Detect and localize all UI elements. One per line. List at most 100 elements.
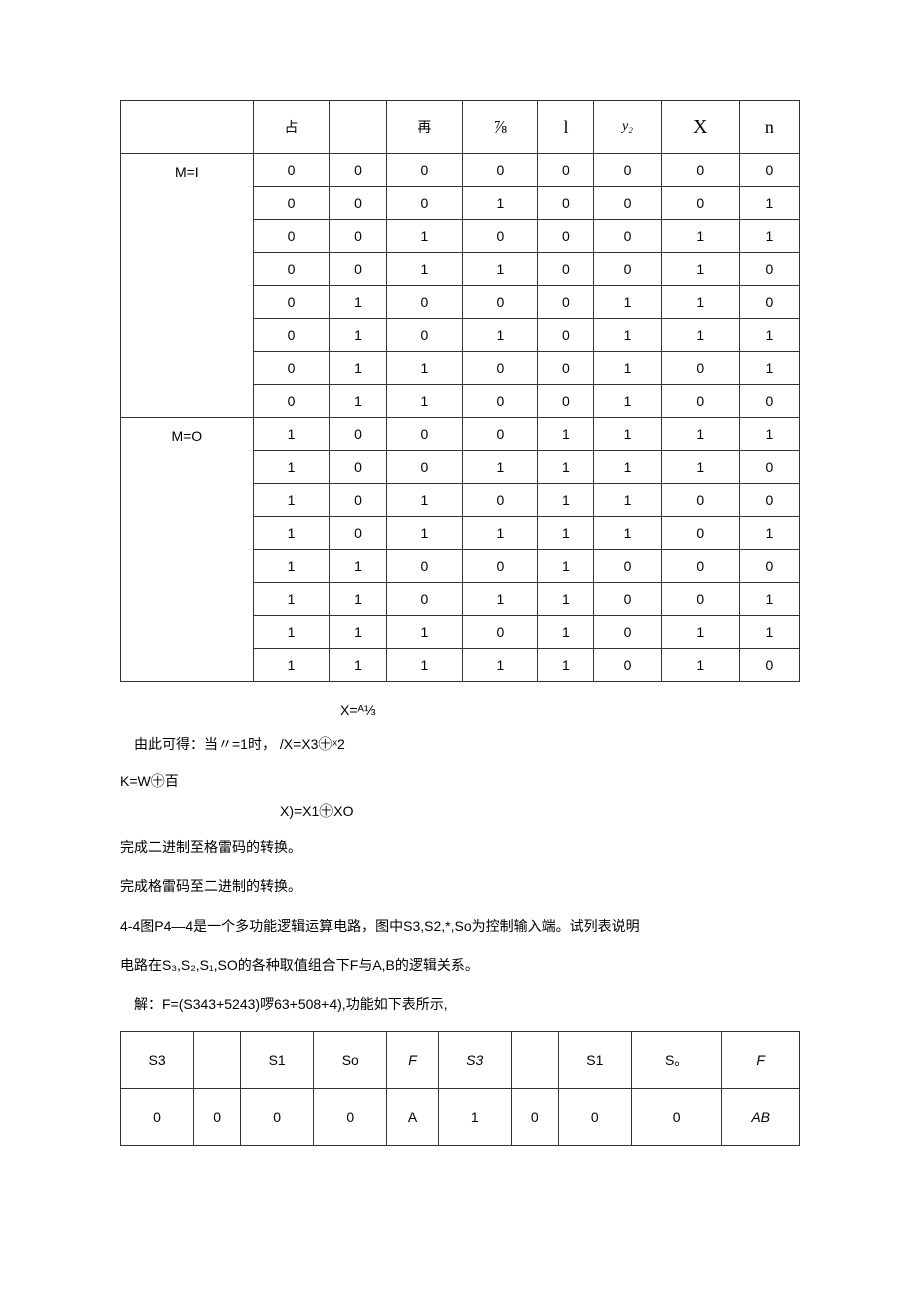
table-header-cell: 再	[386, 101, 463, 154]
table-cell: 0	[739, 649, 799, 682]
table-cell: 0	[386, 583, 463, 616]
table-cell: 0	[386, 154, 463, 187]
table-cell: 1	[386, 517, 463, 550]
table2-cell: AB	[722, 1089, 800, 1146]
table-cell: 1	[661, 253, 739, 286]
table-cell: 1	[253, 418, 330, 451]
table-cell: 0	[661, 187, 739, 220]
table-cell: 0	[594, 253, 661, 286]
function-table: S3S1SoFS3S1S。F0000A1000AB	[120, 1031, 800, 1146]
table-cell: 0	[661, 385, 739, 418]
table-header-cell	[121, 101, 254, 154]
table-cell: 0	[661, 154, 739, 187]
table-cell: 1	[538, 550, 594, 583]
table-cell: 1	[661, 649, 739, 682]
table-cell: 1	[330, 385, 386, 418]
table-cell: 0	[739, 484, 799, 517]
table-cell: 0	[739, 253, 799, 286]
table-cell: 1	[386, 220, 463, 253]
table-cell: 0	[594, 187, 661, 220]
table-cell: 0	[661, 517, 739, 550]
table2-header-cell: S3	[121, 1032, 194, 1089]
table-cell: 0	[538, 253, 594, 286]
table2-header-cell: S1	[241, 1032, 314, 1089]
table-cell: 1	[594, 418, 661, 451]
table2-header-cell: S。	[631, 1032, 722, 1089]
table-header-cell: l	[538, 101, 594, 154]
table-cell: 1	[463, 451, 538, 484]
table2-header-cell: F	[387, 1032, 438, 1089]
table-cell: 0	[739, 286, 799, 319]
table2-cell: 0	[241, 1089, 314, 1146]
table-cell: 1	[386, 352, 463, 385]
table-cell: 0	[330, 418, 386, 451]
table-cell: 0	[330, 154, 386, 187]
table-cell: 0	[463, 484, 538, 517]
table-cell: 1	[594, 286, 661, 319]
table-cell: 1	[739, 220, 799, 253]
group-label: M=O	[121, 418, 254, 682]
table-cell: 0	[330, 253, 386, 286]
table-cell: 0	[386, 286, 463, 319]
paragraph-3: 4-4图P4—4是一个多功能逻辑运算电路，图中S3,S2,*,So为控制输入端。…	[120, 914, 800, 939]
table-cell: 1	[386, 616, 463, 649]
table-cell: 0	[330, 187, 386, 220]
table-cell: 1	[330, 649, 386, 682]
table-cell: 1	[594, 484, 661, 517]
table2-header-cell: F	[722, 1032, 800, 1089]
table-cell: 1	[538, 616, 594, 649]
table-cell: 1	[538, 517, 594, 550]
table-cell: 0	[538, 352, 594, 385]
table-cell: 1	[594, 352, 661, 385]
table-cell: 1	[253, 517, 330, 550]
table-header-cell: X	[661, 101, 739, 154]
table-cell: 1	[739, 418, 799, 451]
table-cell: 1	[739, 352, 799, 385]
table-cell: 0	[330, 517, 386, 550]
table-cell: 0	[463, 385, 538, 418]
table-cell: 1	[253, 583, 330, 616]
table-cell: 1	[330, 352, 386, 385]
equation-3: K=W㊉百	[120, 771, 800, 791]
table-cell: 0	[739, 385, 799, 418]
table2-header-cell	[511, 1032, 558, 1089]
table-cell: 0	[661, 550, 739, 583]
table-cell: 1	[463, 583, 538, 616]
table2-cell: 0	[194, 1089, 241, 1146]
table-cell: 1	[739, 517, 799, 550]
table-cell: 1	[330, 550, 386, 583]
table-cell: 0	[330, 451, 386, 484]
table-cell: 0	[386, 550, 463, 583]
table2-cell: 0	[631, 1089, 722, 1146]
derivation-line: 由此可得：当〃=1时， /X=X3㊉ˣ2	[120, 732, 800, 757]
table-cell: 0	[386, 187, 463, 220]
paragraph-1: 完成二进制至格雷码的转换。	[120, 835, 800, 860]
derivation-lead: 由此可得：当〃=1时，	[134, 736, 276, 752]
table-cell: 0	[253, 286, 330, 319]
table-cell: 0	[386, 319, 463, 352]
table-cell: 1	[463, 649, 538, 682]
table-cell: 1	[538, 451, 594, 484]
table-cell: 1	[386, 484, 463, 517]
table2-cell: 0	[314, 1089, 387, 1146]
table-cell: 1	[594, 451, 661, 484]
table-cell: 1	[661, 451, 739, 484]
table-cell: 0	[594, 649, 661, 682]
table-cell: 1	[661, 319, 739, 352]
equation-1: X=ᴬ⅓	[340, 702, 800, 718]
table-cell: 0	[594, 220, 661, 253]
table-cell: 1	[538, 649, 594, 682]
table-cell: 1	[661, 220, 739, 253]
table-cell: 1	[463, 319, 538, 352]
table-cell: 1	[330, 286, 386, 319]
paragraph-5: 解：F=(S343+5243)啰63+508+4),功能如下表所示,	[120, 992, 800, 1017]
table-cell: 1	[594, 385, 661, 418]
table-cell: 0	[386, 451, 463, 484]
table-header-cell: ⅞	[463, 101, 538, 154]
group-label: M=I	[121, 154, 254, 418]
table-cell: 1	[463, 187, 538, 220]
table-cell: 1	[661, 286, 739, 319]
table2-cell: 0	[558, 1089, 631, 1146]
table-cell: 1	[463, 253, 538, 286]
table-cell: 0	[594, 550, 661, 583]
